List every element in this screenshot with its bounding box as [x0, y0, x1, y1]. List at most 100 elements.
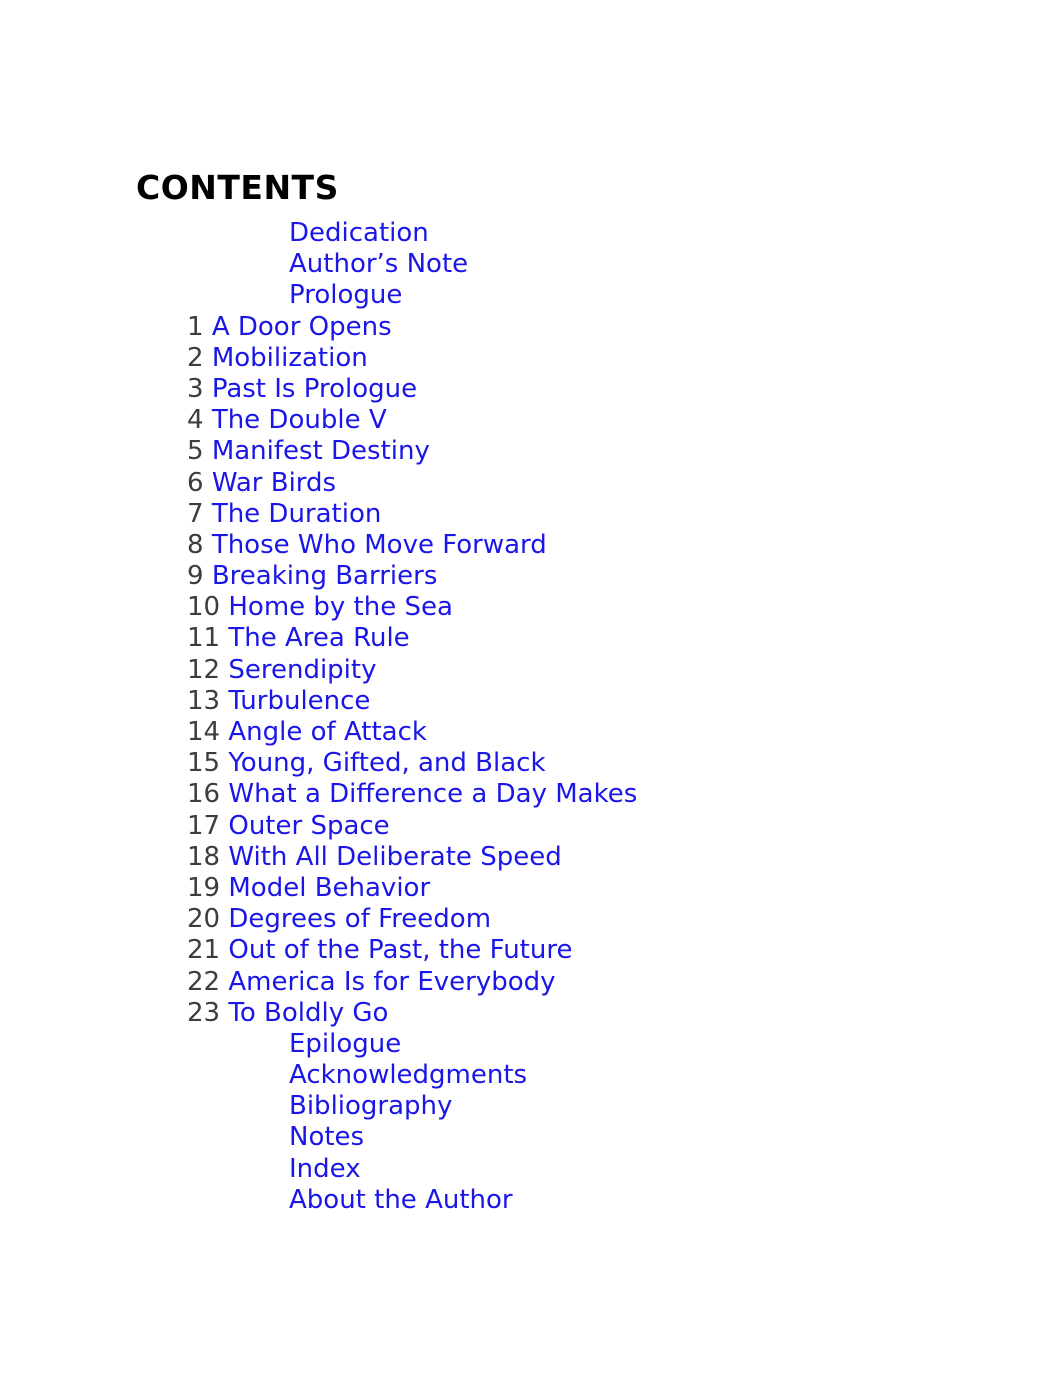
toc-entry-chapter[interactable]: 14 Angle of Attack	[0, 717, 1062, 748]
toc-entry-title: A Door Opens	[211, 311, 392, 342]
toc-entry-title: Acknowledgments	[289, 1060, 528, 1091]
toc-entry-number: 17	[187, 810, 221, 841]
toc-entry-number: 7	[187, 498, 204, 529]
toc-entry-chapter[interactable]: 18 With All Deliberate Speed	[0, 842, 1062, 873]
toc-entry-title: Past Is Prologue	[211, 373, 418, 404]
toc-entry-chapter[interactable]: 23 To Boldly Go	[0, 998, 1062, 1029]
toc-entry-chapter[interactable]: 2 Mobilization	[0, 343, 1062, 374]
toc-entry-spacer	[204, 343, 212, 373]
toc-entry-title: Outer Space	[228, 810, 390, 841]
toc-entry-chapter[interactable]: 3 Past Is Prologue	[0, 374, 1062, 405]
toc-entry-spacer	[204, 312, 212, 342]
toc-entry-number: 3	[187, 373, 204, 404]
toc-entry-chapter[interactable]: 9 Breaking Barriers	[0, 561, 1062, 592]
toc-entry-chapter[interactable]: 12 Serendipity	[0, 655, 1062, 686]
toc-entry-title: The Area Rule	[228, 623, 410, 654]
toc-entry-title: Home by the Sea	[228, 592, 453, 623]
toc-entry-number: 18	[187, 841, 221, 872]
toc-entry-number: 10	[187, 592, 221, 623]
toc-entry-title: About the Author	[289, 1184, 513, 1215]
toc-entry-title: Turbulence	[228, 685, 371, 716]
toc-entry-number: 13	[187, 685, 221, 716]
toc-entry-title: Manifest Destiny	[211, 436, 430, 467]
toc-entry-chapter[interactable]: 8 Those Who Move Forward	[0, 530, 1062, 561]
toc-entry-title: Breaking Barriers	[211, 561, 438, 592]
front-matter-group: Dedication Author’s Note Prologue	[0, 218, 1062, 312]
toc-entry-number: 12	[187, 654, 221, 685]
toc-entry-number: 14	[187, 717, 221, 747]
toc-entry-chapter[interactable]: 13 Turbulence	[0, 686, 1062, 717]
toc-entry-chapter[interactable]: 11 The Area Rule	[0, 623, 1062, 654]
toc-entry-title: Epilogue	[289, 1028, 402, 1059]
toc-entry-chapter[interactable]: 10 Home by the Sea	[0, 592, 1062, 623]
toc-entry-spacer	[204, 405, 212, 435]
toc-entry-title: Those Who Move Forward	[211, 529, 547, 560]
toc-entry-title: Young, Gifted, and Black	[228, 748, 546, 779]
toc-entry-number: 23	[187, 997, 221, 1028]
toc-entry-chapter[interactable]: 7 The Duration	[0, 499, 1062, 530]
toc-entry-title: With All Deliberate Speed	[228, 841, 562, 872]
toc-entry-chapter[interactable]: 22 America Is for Everybody	[0, 967, 1062, 998]
toc-entry-title: Index	[289, 1153, 361, 1184]
toc-entry-back-matter[interactable]: Index	[0, 1154, 1062, 1185]
toc-entry-front-matter[interactable]: Dedication	[0, 218, 1062, 249]
toc-entry-spacer	[204, 468, 212, 498]
toc-entry-title: To Boldly Go	[228, 997, 389, 1028]
toc-entry-title: Author’s Note	[289, 249, 469, 280]
toc-entry-chapter[interactable]: 20 Degrees of Freedom	[0, 904, 1062, 935]
toc-entry-spacer	[204, 561, 212, 591]
toc-entry-number: 4	[187, 405, 204, 436]
toc-entry-title: The Double V	[211, 405, 387, 436]
toc-entry-title: Degrees of Freedom	[228, 904, 492, 935]
toc-entry-number: 19	[187, 872, 221, 903]
toc-entry-front-matter[interactable]: Author’s Note	[0, 249, 1062, 280]
toc-entry-chapter[interactable]: 15 Young, Gifted, and Black	[0, 748, 1062, 779]
toc-entry-title: Serendipity	[228, 654, 377, 685]
toc-entry-chapter[interactable]: 1 A Door Opens	[0, 312, 1062, 343]
toc-entry-number: 21	[187, 935, 221, 966]
toc-entry-back-matter[interactable]: Bibliography	[0, 1091, 1062, 1122]
toc-entry-title: Mobilization	[211, 342, 368, 373]
toc-entry-title: The Duration	[211, 498, 382, 529]
toc-entry-number: 6	[187, 467, 204, 498]
toc-entry-number: 16	[187, 779, 221, 810]
toc-entry-number: 9	[187, 561, 204, 592]
toc-entry-title: What a Difference a Day Makes	[228, 779, 638, 810]
toc-entry-number: 2	[187, 342, 204, 373]
toc-entry-chapter[interactable]: 19 Model Behavior	[0, 873, 1062, 904]
toc-entry-title: Out of the Past, the Future	[228, 935, 573, 966]
toc-entry-front-matter[interactable]: Prologue	[0, 280, 1062, 311]
toc-entry-chapter[interactable]: 4 The Double V	[0, 405, 1062, 436]
toc-entry-back-matter[interactable]: About the Author	[0, 1185, 1062, 1216]
toc-entry-number: 22	[187, 966, 221, 997]
toc-entry-number: 20	[187, 904, 221, 935]
toc-entry-spacer	[204, 436, 212, 466]
toc-entry-title: Prologue	[289, 280, 403, 311]
toc-entry-title: Bibliography	[289, 1091, 453, 1122]
toc-entry-title: Notes	[289, 1122, 365, 1153]
toc-entry-number: 8	[187, 529, 204, 560]
toc-entry-title: Dedication	[289, 218, 429, 248]
toc-entry-spacer	[204, 499, 212, 529]
toc-entry-title: War Birds	[211, 467, 337, 498]
toc-entry-back-matter[interactable]: Notes	[0, 1122, 1062, 1153]
toc-entry-title: Angle of Attack	[228, 717, 427, 747]
toc-page: CONTENTS Dedication Author’s Note Prologue…	[0, 0, 1062, 1377]
toc-entry-back-matter[interactable]: Acknowledgments	[0, 1060, 1062, 1091]
toc-entry-number: 1	[187, 311, 204, 342]
toc-entry-number: 5	[187, 436, 204, 467]
chapters-group: 1 A Door Opens 2 Mobilization 3 Past Is Pr…	[0, 312, 1062, 1029]
toc-entry-chapter[interactable]: 21 Out of the Past, the Future	[0, 935, 1062, 966]
toc-entry-chapter[interactable]: 17 Outer Space	[0, 811, 1062, 842]
toc-entry-number: 11	[187, 623, 221, 654]
toc-entry-chapter[interactable]: 16 What a Difference a Day Makes	[0, 779, 1062, 810]
toc-entry-back-matter[interactable]: Epilogue	[0, 1029, 1062, 1060]
toc-entry-number: 15	[187, 748, 221, 779]
toc-entry-chapter[interactable]: 6 War Birds	[0, 468, 1062, 499]
toc-entry-chapter[interactable]: 5 Manifest Destiny	[0, 436, 1062, 467]
toc-entry-spacer	[204, 374, 212, 404]
toc-entry-title: Model Behavior	[228, 872, 431, 903]
toc-entry-spacer	[204, 530, 212, 560]
page-title: CONTENTS	[136, 168, 339, 208]
table-of-contents-list: Dedication Author’s Note Prologue 1 A Door…	[0, 218, 1062, 1216]
